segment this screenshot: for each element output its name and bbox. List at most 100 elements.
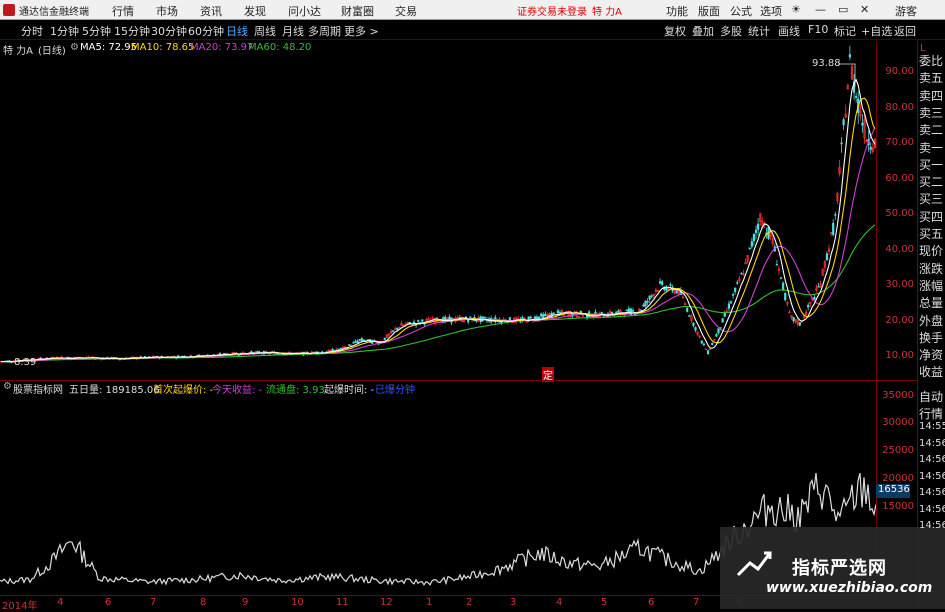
candle-body: [702, 343, 705, 346]
side-panel-label[interactable]: 净资: [919, 346, 943, 363]
candle-body: [711, 342, 714, 345]
today-gain: 今天收益: -: [212, 385, 263, 396]
add-watchlist-button[interactable]: +自选: [861, 23, 892, 39]
ma20-line: [1, 127, 876, 363]
menu-news[interactable]: 资讯: [200, 3, 222, 19]
price-tick: 60.00: [885, 173, 914, 184]
side-panel-label[interactable]: 现价: [919, 242, 943, 259]
side-panel-label[interactable]: 涨跌: [919, 260, 943, 277]
menu-options[interactable]: 选项: [760, 3, 782, 19]
side-panel-label[interactable]: 总量: [919, 294, 943, 311]
period-15min[interactable]: 15分钟: [114, 23, 150, 39]
menu-trade[interactable]: 交易: [395, 3, 417, 19]
stats-button[interactable]: 统计: [748, 23, 770, 39]
candle-body: [754, 229, 758, 234]
period-5min[interactable]: 5分钟: [82, 23, 111, 39]
menu-quotes[interactable]: 行情: [112, 3, 134, 19]
side-panel-label[interactable]: 14:56: [919, 438, 945, 449]
side-panel-label[interactable]: 14:56: [919, 504, 945, 515]
candle-body: [779, 277, 783, 279]
side-panel-label[interactable]: 买三: [919, 190, 943, 207]
date-tick: 6: [105, 597, 112, 608]
side-panel-label[interactable]: 涨幅: [919, 277, 943, 294]
period-more[interactable]: 更多 >: [344, 23, 379, 39]
bulb-icon[interactable]: ☀: [791, 3, 801, 16]
side-panel-label[interactable]: 卖四: [919, 87, 943, 104]
side-panel-label[interactable]: 行情: [919, 405, 943, 422]
candle-body: [715, 334, 718, 337]
period-minute[interactable]: 分时: [21, 23, 43, 39]
close-icon[interactable]: ✕: [860, 3, 869, 16]
candle-body: [356, 340, 359, 343]
side-panel-label[interactable]: 卖三: [919, 104, 943, 121]
period-weekly[interactable]: 周线: [254, 23, 276, 39]
side-panel-label[interactable]: 买二: [919, 173, 943, 190]
candle-body: [552, 312, 555, 314]
side-panel-label[interactable]: 卖五: [919, 69, 943, 86]
candle-body: [352, 342, 355, 344]
candle-body: [729, 301, 733, 304]
candle-body: [784, 292, 787, 301]
watermark-logo-icon: [736, 551, 772, 577]
side-panel-label[interactable]: 买四: [919, 208, 943, 225]
period-30min[interactable]: 30分钟: [151, 23, 187, 39]
candle-body: [218, 353, 222, 355]
date-tick: 3: [510, 597, 517, 608]
menu-discover[interactable]: 发现: [244, 3, 266, 19]
first-breakout-price: 首次起爆价: -: [153, 385, 214, 396]
candle-body: [861, 122, 864, 126]
side-panel-label[interactable]: 换手: [919, 329, 943, 346]
period-monthly[interactable]: 月线: [282, 23, 304, 39]
menu-wealth[interactable]: 财富圈: [341, 3, 374, 19]
side-panel-label[interactable]: 14:55: [919, 421, 945, 432]
date-tick: 5: [601, 597, 608, 608]
side-panel-label[interactable]: 14:56: [919, 471, 945, 482]
kline-chart[interactable]: [0, 42, 876, 380]
period-60min[interactable]: 60分钟: [188, 23, 224, 39]
menu-market[interactable]: 市场: [156, 3, 178, 19]
gear-icon[interactable]: ⚙: [3, 381, 12, 392]
candle-body: [383, 337, 386, 341]
side-panel-label[interactable]: 买五: [919, 225, 943, 242]
candle-body: [842, 119, 845, 126]
side-panel-label[interactable]: 14:56: [919, 487, 945, 498]
candle-body: [700, 340, 703, 344]
menu-function[interactable]: 功能: [666, 3, 688, 19]
app-title: 通达信金融终端: [19, 7, 89, 18]
period-toolbar: 分时 1分钟 5分钟 15分钟 30分钟 60分钟 日线 周线 月线 多周期 更…: [0, 20, 945, 40]
candle-body: [717, 328, 720, 334]
draw-button[interactable]: 画线: [778, 23, 800, 39]
side-panel-label[interactable]: 委比: [919, 52, 943, 69]
mark-button[interactable]: 标记: [834, 23, 856, 39]
date-tick: 10: [291, 597, 304, 608]
back-button[interactable]: 返回: [894, 23, 916, 39]
side-panel-label[interactable]: 买一: [919, 156, 943, 173]
side-panel-label[interactable]: 自动: [919, 388, 943, 405]
side-panel-label[interactable]: 14:56: [919, 454, 945, 465]
side-panel-label[interactable]: 收益: [919, 363, 943, 380]
side-panel-label[interactable]: 卖一: [919, 139, 943, 156]
indicator-info-line: ⚙ 股票指标网 五日量: 189185.06 首次起爆价: - 今天收益: - …: [0, 381, 876, 396]
menu-ask[interactable]: 问小达: [288, 3, 321, 19]
overlay-button[interactable]: 叠加: [692, 23, 714, 39]
side-panel-label[interactable]: 14:56: [919, 520, 945, 531]
side-panel-label[interactable]: 外盘: [919, 312, 943, 329]
period-multi[interactable]: 多周期: [308, 23, 341, 39]
candle-body: [339, 347, 343, 350]
menu-layout[interactable]: 版面: [698, 3, 720, 19]
indicator-name[interactable]: 股票指标网: [13, 381, 63, 396]
minimize-icon[interactable]: —: [815, 3, 826, 16]
price-tick: 20.00: [885, 315, 914, 326]
date-tick: 2: [466, 597, 473, 608]
menu-bar: 通达信金融终端 行情 市场 资讯 发现 问小达 财富圈 交易 证券交易未登录 特…: [0, 0, 945, 20]
user-label[interactable]: 游客: [895, 3, 917, 19]
period-daily[interactable]: 日线: [226, 23, 248, 39]
f10-button[interactable]: F10: [808, 23, 828, 36]
period-1min[interactable]: 1分钟: [50, 23, 79, 39]
side-panel-label[interactable]: 卖二: [919, 121, 943, 138]
candle-body: [704, 348, 708, 351]
adjust-button[interactable]: 复权: [664, 23, 686, 39]
restore-icon[interactable]: ▭: [838, 3, 848, 16]
menu-formula[interactable]: 公式: [730, 3, 752, 19]
multi-stock-button[interactable]: 多股: [720, 23, 742, 39]
